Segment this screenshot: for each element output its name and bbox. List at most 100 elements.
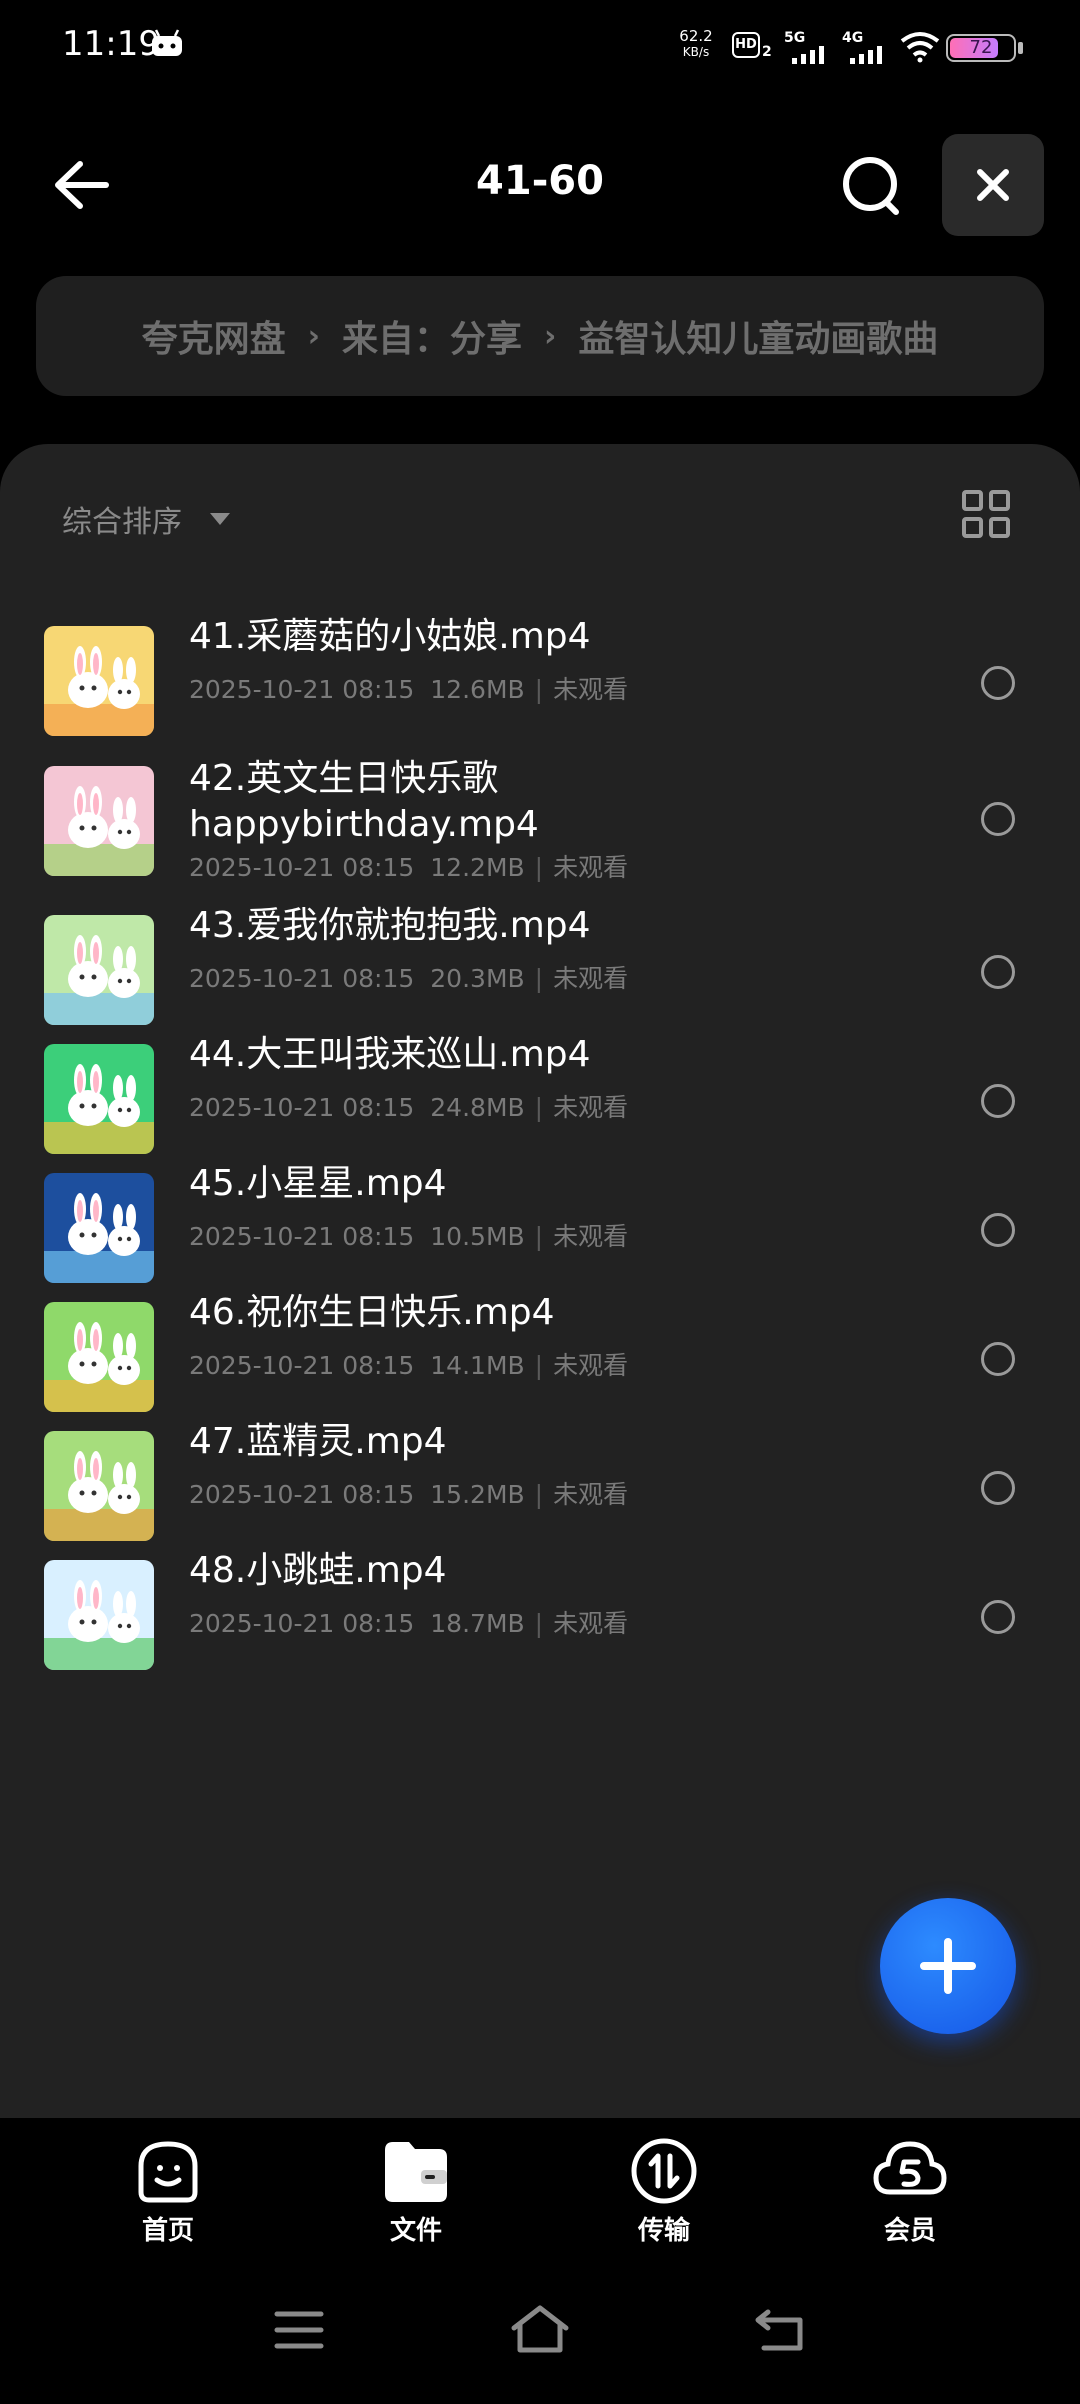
- meta-divider: |: [534, 1093, 544, 1122]
- file-date: 2025-10-21 08:15: [189, 1609, 415, 1638]
- file-meta: 2025-10-21 08:15 24.8MB | 未观看: [189, 1088, 628, 1124]
- file-meta: 2025-10-21 08:15 18.7MB | 未观看: [189, 1604, 628, 1640]
- meta-divider: |: [534, 1222, 544, 1251]
- grid-view-button[interactable]: [960, 488, 1012, 540]
- meta-divider: |: [534, 1351, 544, 1380]
- cartoon-thumbnail-image: [44, 1064, 154, 1154]
- search-icon: [843, 157, 899, 215]
- file-date: 2025-10-21 08:15: [189, 853, 415, 882]
- net-speed: 62.2 KB/s: [676, 28, 716, 60]
- sort-label: 综合排序: [62, 505, 182, 540]
- meta-divider: |: [534, 1609, 544, 1638]
- wifi-icon: [900, 32, 940, 63]
- back-nav-icon[interactable]: [754, 2306, 806, 2354]
- transfer-icon: [631, 2138, 697, 2204]
- select-radio[interactable]: [981, 955, 1015, 989]
- folder-icon: [385, 2142, 447, 2202]
- watch-status: 未观看: [553, 853, 629, 882]
- file-name: 44.大王叫我来巡山.mp4: [189, 1034, 591, 1075]
- tab-home[interactable]: 首页: [88, 2136, 248, 2247]
- select-radio[interactable]: [981, 1471, 1015, 1505]
- tab-files[interactable]: 文件: [336, 2136, 496, 2247]
- file-meta: 2025-10-21 08:15 12.6MB | 未观看: [189, 670, 628, 706]
- top-bar: 41-60: [0, 130, 1080, 240]
- file-row[interactable]: 44.大王叫我来巡山.mp4 2025-10-21 08:15 24.8MB | 未观看: [0, 1032, 1080, 1154]
- file-date: 2025-10-21 08:15: [189, 675, 415, 704]
- cloud-member-icon: [873, 2141, 947, 2195]
- arrow-left-icon: [55, 161, 109, 209]
- file-name: 46.祝你生日快乐.mp4: [189, 1292, 555, 1333]
- status-bar: 11:19 62.2 KB/s HD 2 5G 4G 72: [0, 0, 1080, 96]
- watch-status: 未观看: [553, 1480, 629, 1509]
- home-face-icon: [138, 2141, 198, 2203]
- file-row[interactable]: 48.小跳蛙.mp4 2025-10-21 08:15 18.7MB | 未观看: [0, 1548, 1080, 1670]
- close-button[interactable]: [942, 134, 1044, 236]
- add-button[interactable]: [880, 1898, 1016, 2034]
- file-date: 2025-10-21 08:15: [189, 1093, 415, 1122]
- select-radio[interactable]: [981, 1342, 1015, 1376]
- status-time: 11:19: [62, 24, 160, 64]
- file-size: 24.8MB: [430, 1093, 525, 1122]
- bottom-tab-bar: 首页 文件 传输 会员: [0, 2118, 1080, 2268]
- file-date: 2025-10-21 08:15: [189, 1480, 415, 1509]
- net-speed-value: 62.2: [679, 27, 713, 45]
- watch-status: 未观看: [553, 675, 629, 704]
- file-size: 12.6MB: [430, 675, 525, 704]
- file-size: 15.2MB: [430, 1480, 525, 1509]
- select-radio[interactable]: [981, 1213, 1015, 1247]
- file-row[interactable]: 46.祝你生日快乐.mp4 2025-10-21 08:15 14.1MB | 未观看: [0, 1290, 1080, 1412]
- file-row[interactable]: 47.蓝精灵.mp4 2025-10-21 08:15 15.2MB | 未观看: [0, 1419, 1080, 1541]
- video-thumbnail: [44, 1560, 154, 1670]
- tab-transfer[interactable]: 传输: [584, 2136, 744, 2247]
- breadcrumb-item-share[interactable]: 来自：分享: [342, 310, 522, 362]
- file-meta: 2025-10-21 08:15 10.5MB | 未观看: [189, 1217, 628, 1253]
- file-name: 43.爱我你就抱抱我.mp4: [189, 905, 591, 946]
- select-radio[interactable]: [981, 1084, 1015, 1118]
- system-nav-bar: [0, 2268, 1080, 2404]
- tab-member-label: 会员: [883, 2216, 936, 2246]
- battery-percent: 72: [969, 37, 993, 58]
- menu-icon[interactable]: [274, 2308, 324, 2352]
- meta-divider: |: [534, 675, 544, 704]
- plus-icon: [920, 1938, 976, 1994]
- tab-home-label: 首页: [141, 2216, 194, 2246]
- file-name: 42.英文生日快乐歌 happybirthday.mp4: [189, 758, 539, 845]
- file-row[interactable]: 41.采蘑菇的小姑娘.mp4 2025-10-21 08:15 12.6MB | 未观看: [0, 614, 1080, 736]
- battery-icon: 72: [946, 34, 1016, 62]
- file-date: 2025-10-21 08:15: [189, 964, 415, 993]
- video-thumbnail: [44, 1302, 154, 1412]
- file-name: 47.蓝精灵.mp4: [189, 1421, 447, 1462]
- select-radio[interactable]: [981, 1600, 1015, 1634]
- file-size: 10.5MB: [430, 1222, 525, 1251]
- select-radio[interactable]: [981, 666, 1015, 700]
- battery-cap: [1018, 42, 1023, 54]
- sort-dropdown[interactable]: 综合排序: [62, 494, 230, 544]
- cartoon-thumbnail-image: [44, 646, 154, 736]
- file-row[interactable]: 42.英文生日快乐歌 happybirthday.mp4 2025-10-21 0…: [0, 738, 1080, 898]
- tab-member[interactable]: 会员: [830, 2136, 990, 2247]
- tab-transfer-label: 传输: [637, 2216, 690, 2246]
- chevron-right-icon: ›: [307, 318, 320, 354]
- file-name: 45.小星星.mp4: [189, 1163, 447, 1204]
- cartoon-thumbnail-image: [44, 1322, 154, 1412]
- watch-status: 未观看: [553, 1609, 629, 1638]
- tab-files-label: 文件: [389, 2216, 442, 2246]
- search-button[interactable]: [832, 148, 912, 224]
- net-speed-unit: KB/s: [682, 45, 710, 59]
- watch-status: 未观看: [553, 1222, 629, 1251]
- caret-down-icon: [210, 513, 230, 525]
- file-date: 2025-10-21 08:15: [189, 1351, 415, 1380]
- file-panel: 综合排序 41.采蘑菇的小姑娘.mp4 2025-10-21 08:15 12.6M…: [0, 444, 1080, 2118]
- back-button[interactable]: [40, 150, 120, 220]
- home-icon[interactable]: [510, 2304, 570, 2354]
- meta-divider: |: [534, 853, 544, 882]
- video-thumbnail: [44, 626, 154, 736]
- breadcrumb-item-root[interactable]: 夸克网盘: [142, 310, 286, 362]
- file-row[interactable]: 45.小星星.mp4 2025-10-21 08:15 10.5MB | 未观看: [0, 1161, 1080, 1283]
- select-radio[interactable]: [981, 802, 1015, 836]
- hd-label: HD: [732, 32, 760, 58]
- file-row[interactable]: 43.爱我你就抱抱我.mp4 2025-10-21 08:15 20.3MB | 未观看: [0, 903, 1080, 1025]
- close-icon: [977, 169, 1009, 201]
- breadcrumb-item-folder[interactable]: 益智认知儿童动画歌曲: [578, 310, 938, 362]
- file-size: 20.3MB: [430, 964, 525, 993]
